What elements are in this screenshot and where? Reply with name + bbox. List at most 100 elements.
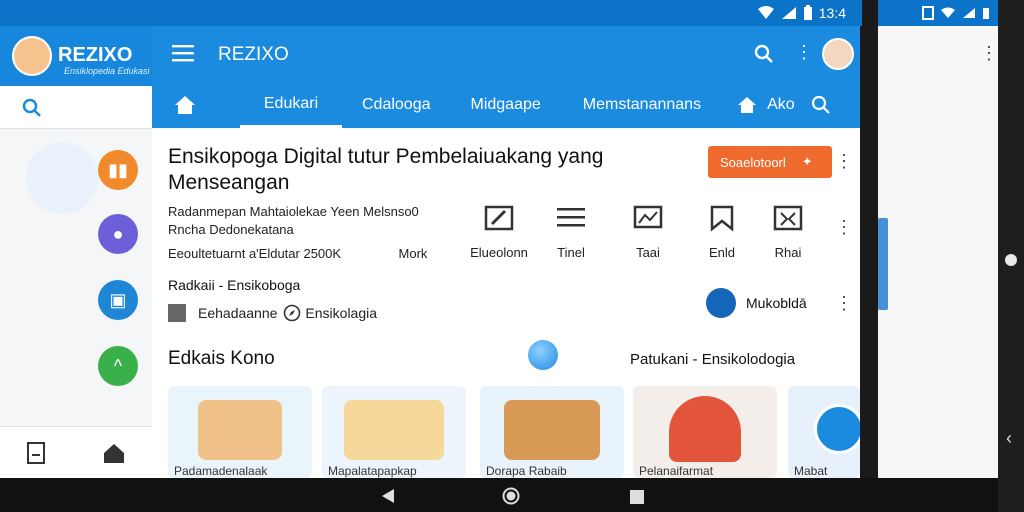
avatar[interactable] <box>822 38 854 70</box>
card-caption: Pelanaifarmat <box>639 464 714 478</box>
section-subtitle: Patukani - Ensikolodogia <box>630 351 796 368</box>
description-line: Radanmepan Mahtaiolekae Yeen Melsnso0 <box>168 204 419 219</box>
mascot-avatar <box>12 36 52 76</box>
status-bar: 13:4 <box>0 0 862 26</box>
back-chevron-icon[interactable]: ‹ <box>1006 428 1012 449</box>
tab-edukari[interactable]: Edukari <box>240 82 342 128</box>
action-label: Elueolonn <box>470 245 528 260</box>
action-elueolonn[interactable]: Elueolonn <box>464 204 534 260</box>
content-card[interactable]: Mabat <box>788 386 860 478</box>
action-label: Mork <box>398 246 428 261</box>
more-icon[interactable]: ⋮ <box>835 294 853 312</box>
tab-label: Midgaape <box>470 96 541 113</box>
description-line: Rncha Dedonekatana <box>168 222 294 237</box>
orange-chart-app-icon[interactable]: ▮▮ <box>98 150 138 190</box>
home-button-icon[interactable] <box>502 487 520 505</box>
background-search-bar[interactable] <box>0 86 152 129</box>
button-label: Soaelotoorl <box>720 154 786 170</box>
signal-icon <box>781 7 796 19</box>
action-rhai[interactable]: Rhai <box>753 204 823 260</box>
image-icon <box>633 205 663 229</box>
channel-badge[interactable]: Mukobldā <box>706 288 807 318</box>
source-row: Eehadaanne Ensikolagia <box>168 304 377 322</box>
content-card[interactable]: Padamadenalaak <box>168 386 312 478</box>
main-window: REZIXO ⋮ Edukari Cdalooga Midgaape Memst… <box>152 26 860 478</box>
sim-icon <box>922 6 934 20</box>
card-illustration <box>669 396 741 462</box>
wifi-icon <box>941 7 955 18</box>
scroll-handle[interactable] <box>878 218 888 310</box>
action-label: Tinel <box>557 245 585 260</box>
share-screen-icon <box>773 205 803 231</box>
battery-icon <box>983 8 989 19</box>
more-icon[interactable]: ⋮ <box>835 218 853 236</box>
tab-midgaape[interactable]: Midgaape <box>471 82 541 128</box>
card-illustration <box>344 400 444 460</box>
action-tinel[interactable]: Tinel <box>536 204 606 260</box>
channel-icon <box>706 288 736 318</box>
source-title: Radkaii - Ensikoboga <box>168 277 301 293</box>
tab-search-icon[interactable] <box>811 95 831 115</box>
background-bottom-nav <box>0 426 152 479</box>
tab-bar: Edukari Cdalooga Midgaape Memstanannans … <box>152 82 860 128</box>
tab-ako[interactable]: Ako <box>767 82 795 128</box>
secondary-status-bar <box>878 0 998 26</box>
recents-icon[interactable] <box>629 489 645 505</box>
source-b-label: Ensikolagia <box>305 305 378 321</box>
more-icon[interactable]: ⋮ <box>980 44 998 62</box>
meta-line: Eeoultetuarnt a'Eldutar 2500K <box>168 246 342 261</box>
search-icon[interactable] <box>22 98 42 118</box>
source-a-label: Eehadaanne <box>198 305 278 321</box>
tab-label: Edukari <box>263 94 319 112</box>
action-label: Enld <box>708 245 736 260</box>
card-caption: Mabat <box>794 464 828 478</box>
signal-icon <box>963 8 975 18</box>
home-icon[interactable] <box>174 95 196 115</box>
tab-label: Memstanannans <box>582 96 702 113</box>
action-enld[interactable]: Enld <box>687 204 757 260</box>
wifi-icon <box>757 6 774 19</box>
list-icon <box>557 208 585 227</box>
status-icons: 13:4 <box>757 4 846 22</box>
bookmark-icon <box>710 205 734 232</box>
tab-label: Cdalooga <box>362 96 431 113</box>
gallery-app-icon[interactable]: ▣ <box>98 280 138 320</box>
content-card[interactable]: Dorapa Rabaib <box>480 386 624 478</box>
tab-memstanannans[interactable]: Memstanannans <box>583 82 701 128</box>
green-app-icon[interactable]: ^ <box>98 346 138 386</box>
action-mork[interactable]: Mork <box>378 246 448 261</box>
home-outline-icon[interactable] <box>737 96 757 114</box>
content-card[interactable]: Pelanaifarmat <box>633 386 777 478</box>
card-caption: Mapalatapapkap <box>328 464 417 478</box>
action-taai[interactable]: Taai <box>613 204 683 260</box>
more-icon[interactable]: ⋮ <box>835 152 853 170</box>
frame-dot <box>1005 254 1017 266</box>
bookmark-icon[interactable] <box>26 441 46 465</box>
action-label: Rhai <box>774 245 802 260</box>
section-title: Edkais Kono <box>168 348 275 369</box>
sparkle-icon: ✦ <box>801 154 813 169</box>
search-icon[interactable] <box>754 44 774 64</box>
secondary-device-screen: ⋮ <box>878 0 998 478</box>
battery-icon <box>803 5 812 20</box>
camera-badge-icon <box>814 404 860 454</box>
menu-icon[interactable] <box>172 44 194 62</box>
compass-icon <box>284 304 301 322</box>
channel-label: Mukobldā <box>746 295 807 311</box>
tab-cdalooga[interactable]: Cdalooga <box>362 82 431 128</box>
system-nav-bar <box>0 478 998 512</box>
content-card[interactable]: Mapalatapapkap <box>322 386 466 478</box>
app-title: REZIXO <box>218 44 289 65</box>
more-icon[interactable]: ⋮ <box>795 43 813 61</box>
home-icon[interactable] <box>102 441 126 465</box>
card-illustration <box>504 400 600 460</box>
tab-label: Ako <box>767 96 795 113</box>
card-illustration <box>198 400 282 460</box>
purple-app-icon[interactable]: ● <box>98 214 138 254</box>
logo-subtitle: Ensiklopedia Edukasi <box>64 66 150 76</box>
primary-action-button[interactable]: Soaelotoorl ✦ <box>708 146 832 178</box>
action-label: Taai <box>636 245 660 260</box>
app-bar: REZIXO ⋮ <box>152 26 860 82</box>
back-icon[interactable] <box>380 488 396 504</box>
floating-dot[interactable] <box>528 340 558 370</box>
